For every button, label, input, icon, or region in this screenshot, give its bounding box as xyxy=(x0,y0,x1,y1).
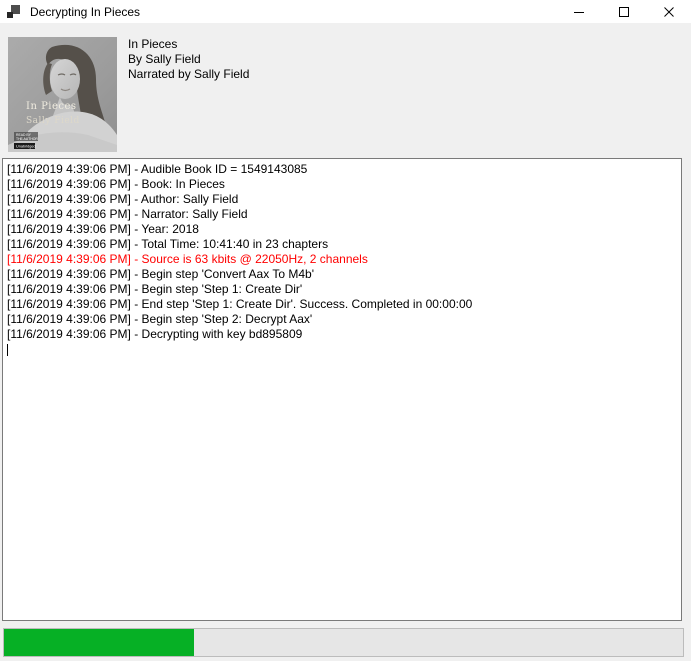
log-textbox[interactable]: [11/6/2019 4:39:06 PM] - Audible Book ID… xyxy=(2,158,682,621)
log-line: [11/6/2019 4:39:06 PM] - Begin step 'Ste… xyxy=(7,282,677,297)
maximize-icon xyxy=(619,7,629,17)
log-line: [11/6/2019 4:39:06 PM] - End step 'Step … xyxy=(7,297,677,312)
progress-bar-fill xyxy=(4,629,194,656)
book-title: In Pieces xyxy=(128,37,249,52)
cover-badge-line3: Unabridged xyxy=(16,145,36,149)
close-icon xyxy=(664,7,674,17)
title-bar[interactable]: Decrypting In Pieces xyxy=(0,0,691,23)
window-controls xyxy=(556,0,691,23)
cover-author-text: Sally Field xyxy=(26,116,80,126)
window-title: Decrypting In Pieces xyxy=(30,5,140,19)
cover-badge-line2: THE AUTHOR xyxy=(16,137,38,141)
book-info: In Pieces By Sally Field Narrated by Sal… xyxy=(128,37,249,82)
book-cover-art: In Pieces Sally Field READ BY THE AUTHOR… xyxy=(8,37,117,152)
log-line: [11/6/2019 4:39:06 PM] - Total Time: 10:… xyxy=(7,237,677,252)
minimize-icon xyxy=(574,7,584,17)
log-line: [11/6/2019 4:39:06 PM] - Begin step 'Con… xyxy=(7,267,677,282)
cover-title-text: In Pieces xyxy=(26,101,77,112)
log-lines: [11/6/2019 4:39:06 PM] - Audible Book ID… xyxy=(7,162,677,342)
maximize-button[interactable] xyxy=(601,0,646,23)
text-caret xyxy=(7,344,8,356)
log-line: [11/6/2019 4:39:06 PM] - Audible Book ID… xyxy=(7,162,677,177)
log-line: [11/6/2019 4:39:06 PM] - Begin step 'Ste… xyxy=(7,312,677,327)
log-line: [11/6/2019 4:39:06 PM] - Source is 63 kb… xyxy=(7,252,677,267)
progress-bar xyxy=(3,628,684,657)
close-button[interactable] xyxy=(646,0,691,23)
book-byline: By Sally Field xyxy=(128,52,249,67)
book-cover-illustration: In Pieces Sally Field READ BY THE AUTHOR… xyxy=(8,37,117,152)
log-line: [11/6/2019 4:39:06 PM] - Year: 2018 xyxy=(7,222,677,237)
app-icon xyxy=(7,5,21,19)
log-line: [11/6/2019 4:39:06 PM] - Decrypting with… xyxy=(7,327,677,342)
log-line: [11/6/2019 4:39:06 PM] - Author: Sally F… xyxy=(7,192,677,207)
minimize-button[interactable] xyxy=(556,0,601,23)
app-window: { "window": { "title": "Decrypting In Pi… xyxy=(0,0,691,661)
log-line: [11/6/2019 4:39:06 PM] - Book: In Pieces xyxy=(7,177,677,192)
book-narrator: Narrated by Sally Field xyxy=(128,67,249,82)
app-icon-square-small xyxy=(7,12,13,18)
log-line: [11/6/2019 4:39:06 PM] - Narrator: Sally… xyxy=(7,207,677,222)
